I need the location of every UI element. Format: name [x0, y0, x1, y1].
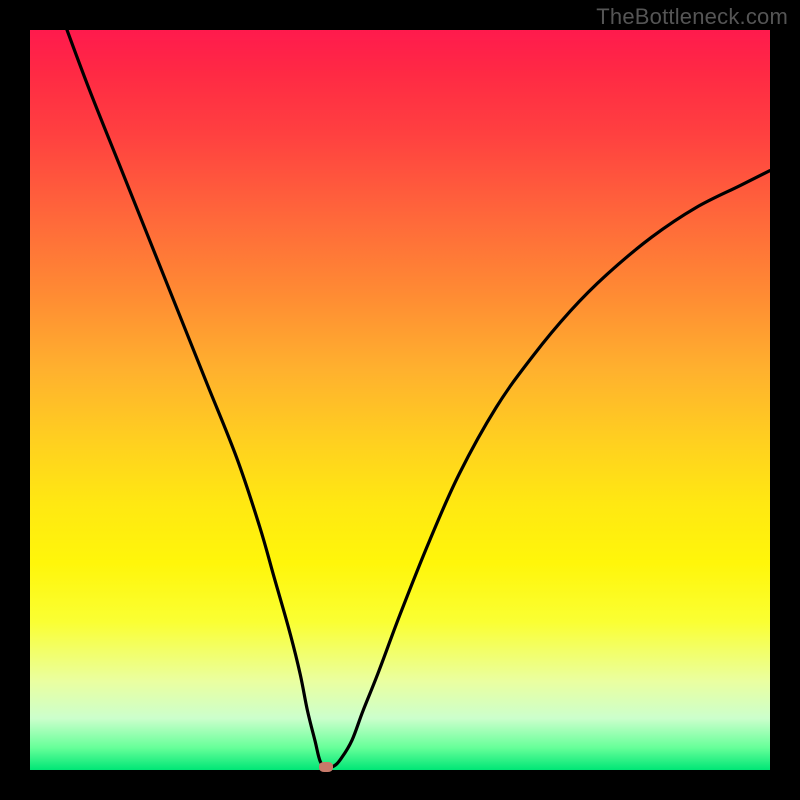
bottleneck-curve [67, 30, 770, 768]
optimum-marker [319, 762, 333, 772]
chart-frame: TheBottleneck.com [0, 0, 800, 800]
curve-svg [30, 30, 770, 770]
plot-area [30, 30, 770, 770]
watermark-text: TheBottleneck.com [596, 4, 788, 30]
